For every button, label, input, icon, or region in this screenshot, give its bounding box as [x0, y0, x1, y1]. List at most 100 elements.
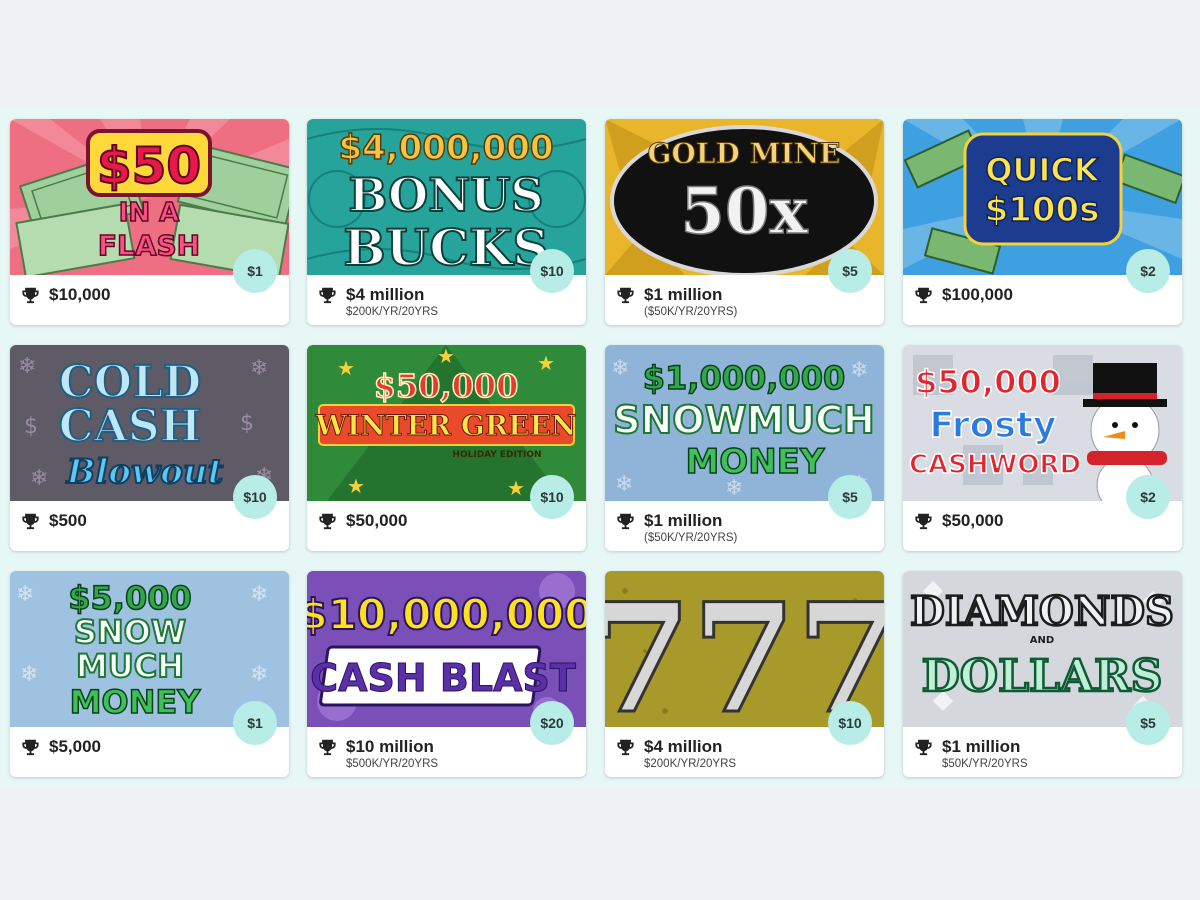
- art-line-3: DOLLARS: [922, 651, 1163, 702]
- annuity-terms: $50K/YR/20YRS: [942, 758, 1028, 770]
- prize-amount: $50,000: [346, 511, 408, 530]
- art-line-3: FLASH: [98, 229, 200, 262]
- annuity-terms: $200K/YR/20YRS: [346, 306, 439, 318]
- art-line-2: IN A: [119, 198, 180, 228]
- svg-text:★: ★: [507, 476, 525, 500]
- trophy-icon: [915, 287, 932, 304]
- trophy-icon: [22, 513, 39, 530]
- art-line-2: BONUS: [348, 168, 543, 222]
- price-badge: $2: [1126, 249, 1170, 293]
- art-line-3: HOLIDAY EDITION: [452, 450, 541, 460]
- art-line-1: $50: [97, 137, 201, 195]
- art-line-4: MONEY: [70, 683, 202, 721]
- game-card-winter-green[interactable]: ★ ★ ★ ★ ★ $50,000 WINTER GREEN HOLIDAY EDIT…: [307, 345, 586, 551]
- game-card-frosty-cashword[interactable]: $50,000 Frosty CASHWORD $2 $50,000: [903, 345, 1182, 551]
- trophy-icon: [22, 739, 39, 756]
- art-line-3: BUCKS: [343, 218, 548, 275]
- game-card-gold-mine-50x[interactable]: GOLD MINE 50x $5 $1 million ($50K/YR/20YR…: [605, 119, 884, 325]
- art-line-1: $4,000,000: [338, 128, 553, 168]
- annuity-terms: $200K/YR/20YRS: [644, 758, 737, 770]
- art-line-3: MUCH: [76, 647, 184, 685]
- game-card-cold-cash-blowout[interactable]: ❄❄❄ ❄$$ COLD CASH Blowout $10 $500: [10, 345, 289, 551]
- art-line-1: $1,000,000: [643, 359, 845, 397]
- art-line-2: SNOW: [74, 613, 186, 651]
- trophy-icon: [617, 739, 634, 756]
- price-badge: $5: [828, 475, 872, 519]
- trophy-icon: [617, 287, 634, 304]
- top-prize: $10,000: [21, 284, 110, 305]
- svg-text:❄: ❄: [250, 356, 268, 381]
- price-badge: $10: [828, 701, 872, 745]
- top-prize: $10 million $500K/YR/20YRS: [318, 736, 438, 771]
- svg-text:❄: ❄: [611, 356, 629, 381]
- game-card-bonus-bucks[interactable]: $4,000,000 BONUS BUCKS $10 $4 million $20…: [307, 119, 586, 325]
- annuity-terms: ($50K/YR/20YRS): [644, 306, 738, 318]
- game-card-50-in-a-flash[interactable]: $50 IN A FLASH $1 $10,000: [10, 119, 289, 325]
- art-line-2: CASH BLAST: [310, 656, 576, 700]
- art-line-2: WINTER GREEN: [315, 409, 577, 442]
- art-line-1: DIAMONDS: [910, 588, 1174, 635]
- game-card-777[interactable]: 777 $10 $4 million $200K/YR/20YRS: [605, 571, 884, 777]
- game-card-snowmuch-money-1m[interactable]: ❄❄❄❄❄ $1,000,000 SNOWMUCH MONEY $5 $1 mi…: [605, 345, 884, 551]
- top-prize: $50,000: [318, 510, 407, 531]
- trophy-icon: [915, 739, 932, 756]
- top-prize: $1 million ($50K/YR/20YRS): [616, 284, 737, 319]
- annuity-terms: $500K/YR/20YRS: [346, 758, 439, 770]
- top-prize: $1 million ($50K/YR/20YRS): [616, 510, 737, 545]
- prize-amount: $10,000: [49, 285, 111, 304]
- prize-amount: $1 million: [644, 285, 723, 304]
- trophy-icon: [319, 287, 336, 304]
- prize-amount: $500: [49, 511, 87, 530]
- price-badge: $10: [530, 249, 574, 293]
- svg-text:❄: ❄: [615, 472, 633, 497]
- svg-text:❄: ❄: [250, 662, 268, 687]
- art-line-1: GOLD MINE: [647, 137, 840, 170]
- price-badge: $1: [233, 249, 277, 293]
- game-card-diamonds-and-dollars[interactable]: DIAMONDS AND DOLLARS $5 $1 million $50K/Y…: [903, 571, 1182, 777]
- annuity-terms: ($50K/YR/20YRS): [644, 532, 738, 544]
- svg-text:$: $: [24, 414, 38, 439]
- art-line-2: 50x: [680, 174, 808, 249]
- art-line-2: AND: [1030, 635, 1054, 646]
- price-badge: $2: [1126, 475, 1170, 519]
- art-line-1: QUICK: [985, 151, 1100, 189]
- art-line-2: $100s: [985, 190, 1100, 230]
- svg-text:❄: ❄: [20, 662, 38, 687]
- top-prize: $100,000: [914, 284, 1013, 305]
- prize-amount: $4 million: [644, 737, 723, 756]
- svg-text:❄: ❄: [850, 358, 868, 383]
- top-prize: $5,000: [21, 736, 101, 757]
- trophy-icon: [319, 513, 336, 530]
- top-prize: $1 million $50K/YR/20YRS: [914, 736, 1028, 771]
- top-prize: $500: [21, 510, 87, 531]
- art-line-1: $50,000: [915, 363, 1061, 401]
- art-line-3: Blowout: [66, 452, 224, 492]
- game-card-cash-blast[interactable]: $10,000,000 CASH BLAST $20 $10 million $5…: [307, 571, 586, 777]
- price-badge: $5: [1126, 701, 1170, 745]
- price-badge: $10: [530, 475, 574, 519]
- game-card-snow-much-money-5000[interactable]: ❄ ❄ ❄ ❄ $5,000 SNOW MUCH MONEY $1 $5,000: [10, 571, 289, 777]
- svg-text:★: ★: [437, 345, 455, 368]
- art-line-1: $50,000: [374, 367, 519, 405]
- svg-text:$: $: [240, 411, 254, 436]
- prize-amount: $100,000: [942, 285, 1013, 304]
- svg-text:★: ★: [337, 356, 355, 380]
- game-card-quick-100s[interactable]: QUICK $100s $2 $100,000: [903, 119, 1182, 325]
- top-prize: $4 million $200K/YR/20YRS: [616, 736, 736, 771]
- art-line-3: CASHWORD: [909, 450, 1081, 480]
- art-line-1: $10,000,000: [307, 590, 586, 639]
- art-line-2: CASH: [59, 401, 202, 452]
- price-badge: $20: [530, 701, 574, 745]
- prize-amount: $50,000: [942, 511, 1004, 530]
- svg-text:★: ★: [537, 351, 555, 375]
- trophy-icon: [915, 513, 932, 530]
- trophy-icon: [22, 287, 39, 304]
- price-badge: $10: [233, 475, 277, 519]
- art-line-2: SNOWMUCH: [613, 398, 875, 442]
- svg-text:❄: ❄: [30, 466, 48, 491]
- prize-amount: $1 million: [942, 737, 1021, 756]
- art-line-1: $5,000: [68, 579, 191, 617]
- top-prize: $50,000: [914, 510, 1003, 531]
- svg-text:★: ★: [347, 474, 365, 498]
- prize-amount: $4 million: [346, 285, 425, 304]
